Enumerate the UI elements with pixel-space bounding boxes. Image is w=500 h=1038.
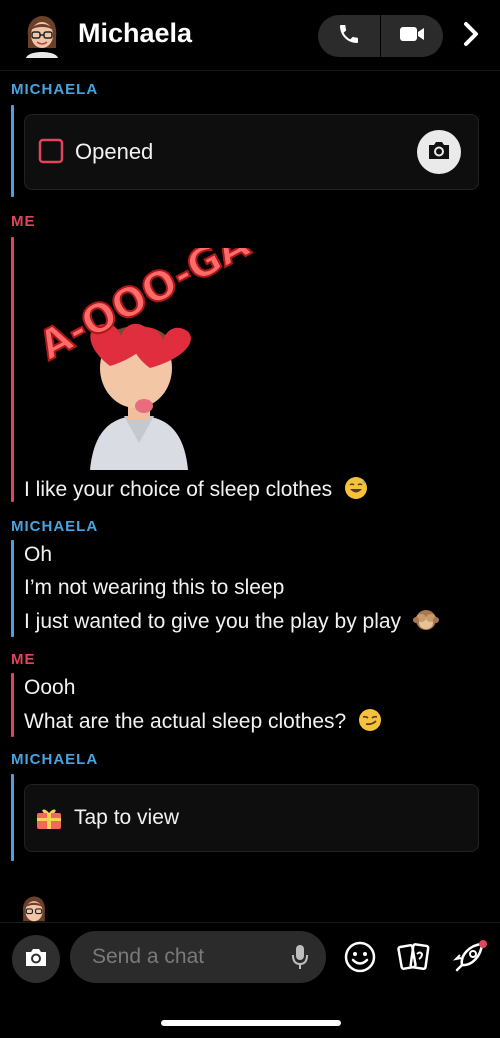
contact-avatar[interactable]	[22, 14, 62, 58]
games-rocket-button[interactable]	[450, 939, 490, 979]
sender-label-michaela: MICHAELA	[11, 81, 99, 98]
reply-camera-button[interactable]	[417, 130, 461, 174]
smirk-emoji-icon	[358, 708, 382, 738]
sweat-smile-emoji-icon	[344, 476, 368, 506]
message-text: I just wanted to give you the play by pl…	[24, 608, 439, 638]
message-thread-bar	[11, 105, 14, 197]
video-camera-icon	[398, 23, 426, 50]
emoji-button[interactable]	[340, 939, 380, 979]
contact-name[interactable]: Michaela	[78, 18, 192, 49]
message-thread-bar	[11, 673, 14, 737]
message-text: Oooh	[24, 676, 76, 699]
camera-icon	[23, 946, 49, 973]
microphone-icon[interactable]	[290, 943, 310, 976]
chevron-right-button[interactable]	[456, 20, 486, 52]
bitmoji-sticker[interactable]: A-OOO-GA!	[24, 211, 274, 470]
message-text-content: I like your choice of sleep clothes	[24, 478, 333, 501]
message-thread-bar	[11, 540, 14, 637]
sender-label-michaela: MICHAELA	[11, 751, 99, 768]
message-text-content: I just wanted to give you the play by pl…	[24, 610, 402, 633]
video-call-button[interactable]	[381, 15, 443, 57]
chat-input-container	[70, 931, 326, 983]
chat-input[interactable]	[90, 944, 274, 970]
sender-label-me: ME	[11, 651, 36, 668]
sender-label-michaela: MICHAELA	[11, 518, 99, 535]
message-text: I like your choice of sleep clothes	[24, 476, 368, 506]
gift-icon	[36, 806, 62, 835]
call-controls	[318, 15, 443, 57]
opened-snap-card[interactable]: Opened	[24, 114, 479, 190]
presence-avatar	[17, 895, 51, 922]
camera-button[interactable]	[12, 935, 60, 983]
message-text: I’m not wearing this to sleep	[24, 576, 285, 599]
phone-icon	[337, 22, 361, 51]
message-text-content: What are the actual sleep clothes?	[24, 710, 347, 733]
tap-to-view-card[interactable]: Tap to view	[24, 784, 479, 852]
message-thread-bar	[11, 774, 14, 861]
home-indicator	[161, 1020, 341, 1026]
opened-label: Opened	[75, 139, 154, 164]
camera-icon	[426, 139, 452, 166]
rocket-icon	[452, 939, 488, 980]
chevron-right-icon	[462, 21, 480, 52]
see-no-evil-monkey-emoji-icon	[412, 608, 439, 638]
tap-to-view-label: Tap to view	[74, 806, 180, 829]
message-text: Oh	[24, 543, 53, 566]
message-thread-bar	[11, 237, 14, 502]
sender-label-me: ME	[11, 213, 36, 230]
smiley-icon	[343, 940, 377, 979]
cards-icon	[396, 940, 432, 979]
message-text: What are the actual sleep clothes?	[24, 708, 382, 738]
chat-header: Michaela	[0, 0, 500, 71]
opened-snap-square-icon	[38, 138, 64, 169]
voice-call-button[interactable]	[318, 15, 380, 57]
cards-button[interactable]	[394, 939, 434, 979]
